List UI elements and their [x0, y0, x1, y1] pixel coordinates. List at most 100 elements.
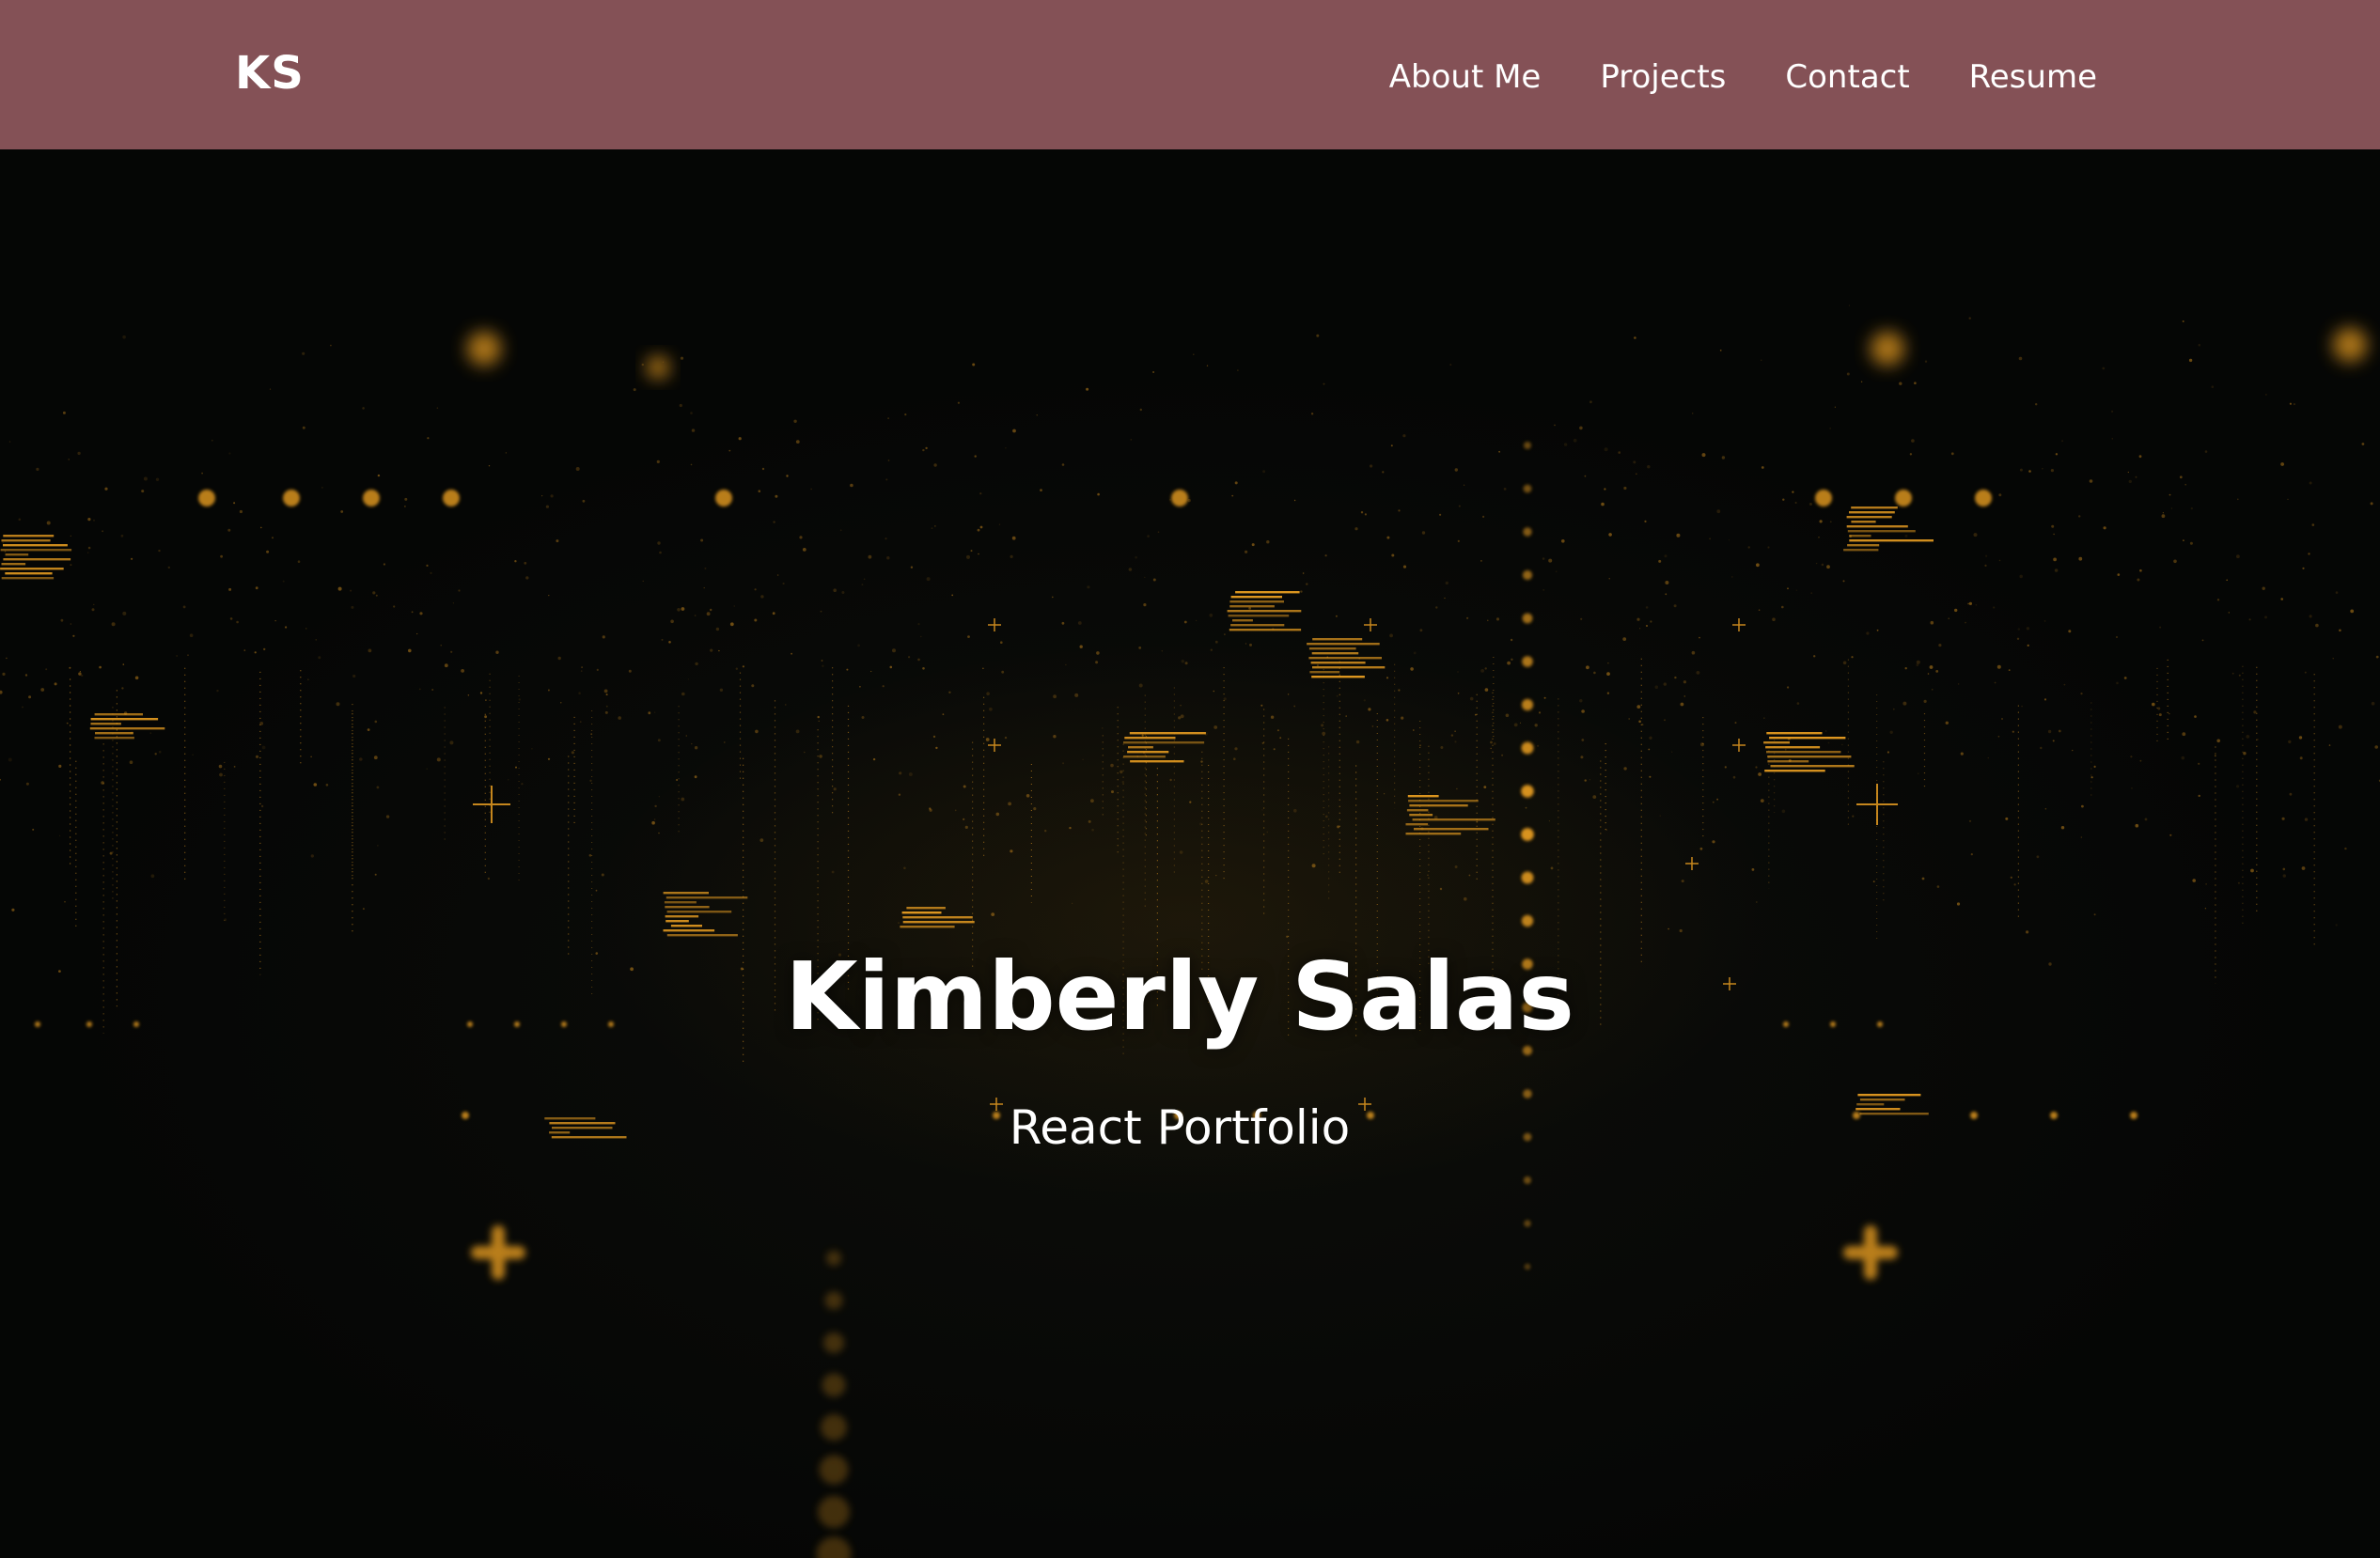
- dust-particle: [1993, 606, 1996, 609]
- dust-particle: [467, 694, 470, 696]
- dust-particle: [2053, 557, 2058, 562]
- dust-particle: [1579, 426, 1583, 430]
- dust-particle: [2198, 343, 2201, 347]
- code-snippet-line: [3, 558, 71, 561]
- dust-particle: [1095, 661, 1099, 664]
- dust-particle: [461, 669, 464, 673]
- dust-particle: [795, 440, 800, 444]
- dust-particle: [243, 649, 246, 651]
- dust-particle: [155, 477, 160, 481]
- dust-particle: [282, 580, 285, 583]
- dust-particle: [2152, 702, 2155, 707]
- logo-link[interactable]: KS: [235, 47, 305, 100]
- dust-particle: [754, 588, 757, 591]
- dust-particle: [2036, 855, 2040, 859]
- dust-particle: [2280, 598, 2283, 600]
- dust-particle: [1975, 603, 1978, 606]
- dust-particle: [595, 889, 598, 892]
- code-snippet-line: [1764, 770, 1825, 772]
- dust-particle: [524, 561, 527, 565]
- dust-particle: [1183, 620, 1187, 624]
- dust-particle: [1008, 802, 1011, 806]
- dust-particle: [1665, 593, 1668, 596]
- dust-particle: [833, 588, 837, 592]
- dust-particle: [932, 735, 936, 739]
- dust-particle: [1251, 543, 1255, 547]
- dust-particle: [1763, 717, 1765, 719]
- column-dot: [1522, 569, 1533, 581]
- dust-particle: [1061, 463, 1065, 466]
- dust-particle: [336, 702, 340, 707]
- dust-particle: [1649, 736, 1652, 740]
- dust-particle: [1316, 664, 1319, 667]
- dust-particle: [868, 554, 872, 559]
- dust-particle: [1010, 849, 1013, 853]
- code-snippet-line: [1408, 800, 1479, 802]
- dust-particle: [2204, 908, 2207, 910]
- dust-particle: [2237, 498, 2239, 501]
- sparkle-cross: [1732, 618, 1746, 631]
- dust-particle: [2315, 623, 2319, 628]
- dust-particle: [1130, 439, 1133, 441]
- dust-particle: [1457, 693, 1460, 694]
- dust-particle: [1189, 801, 1192, 803]
- dust-particle: [1276, 729, 1279, 732]
- dust-particle: [1712, 801, 1715, 803]
- dust-particle: [2238, 674, 2241, 677]
- dust-particle: [2158, 713, 2162, 717]
- dust-particle: [1945, 721, 1949, 724]
- dust-particle: [2102, 366, 2106, 370]
- code-snippet-line: [1409, 804, 1468, 807]
- code-snippet-line: [0, 568, 64, 570]
- dust-particle: [1756, 563, 1760, 568]
- dust-particle: [863, 578, 866, 581]
- dust-particle: [892, 648, 896, 653]
- dust-particle: [1501, 754, 1504, 756]
- dust-particle: [1505, 713, 1510, 718]
- code-snippet-line: [666, 911, 732, 913]
- dust-particle: [1152, 371, 1155, 373]
- dust-particle: [2308, 553, 2310, 555]
- dust-particle: [2135, 475, 2137, 478]
- dust-particle: [411, 611, 414, 614]
- dust-particle: [404, 497, 408, 501]
- dust-particle: [974, 455, 977, 458]
- code-snippet-line: [902, 916, 973, 919]
- glow-dot: [1171, 490, 1188, 506]
- dust-particle: [1902, 701, 1907, 706]
- dust-particle: [1044, 830, 1047, 833]
- code-snippet-line: [1308, 657, 1382, 660]
- dust-particle: [1834, 406, 1836, 408]
- dust-particle: [653, 818, 656, 820]
- nav-link-contact[interactable]: Contact: [1785, 58, 1909, 96]
- dust-particle: [1293, 808, 1297, 813]
- dust-particle: [1466, 616, 1469, 619]
- dust-particle: [1053, 735, 1057, 739]
- nav-link-resume[interactable]: Resume: [1969, 58, 2097, 96]
- dust-particle: [2116, 681, 2119, 685]
- dust-particle: [728, 449, 731, 452]
- dust-particle: [1761, 359, 1762, 361]
- dust-particle: [2089, 479, 2093, 483]
- dust-particle: [1293, 705, 1296, 708]
- nav-link-projects[interactable]: Projects: [1600, 58, 1726, 96]
- dust-particle: [70, 564, 72, 567]
- dust-particle: [1984, 564, 1987, 567]
- dust-particle: [1761, 466, 1764, 469]
- dust-particle: [1143, 603, 1147, 607]
- dust-particle: [1087, 585, 1090, 589]
- dust-particle: [703, 586, 705, 589]
- dust-particle: [104, 487, 108, 491]
- nav-link-about-me[interactable]: About Me: [1389, 58, 1542, 96]
- code-snippet-line: [906, 907, 946, 910]
- dust-particle: [818, 720, 820, 722]
- dust-particle: [2184, 483, 2186, 486]
- dust-particle: [8, 757, 12, 762]
- dust-particle: [1580, 756, 1584, 759]
- dust-particle: [872, 757, 876, 761]
- dust-particle: [1647, 465, 1651, 469]
- dust-particle: [2371, 701, 2375, 706]
- dust-particle: [972, 363, 976, 366]
- dust-particle: [2243, 752, 2247, 756]
- dust-particle: [1815, 562, 1818, 565]
